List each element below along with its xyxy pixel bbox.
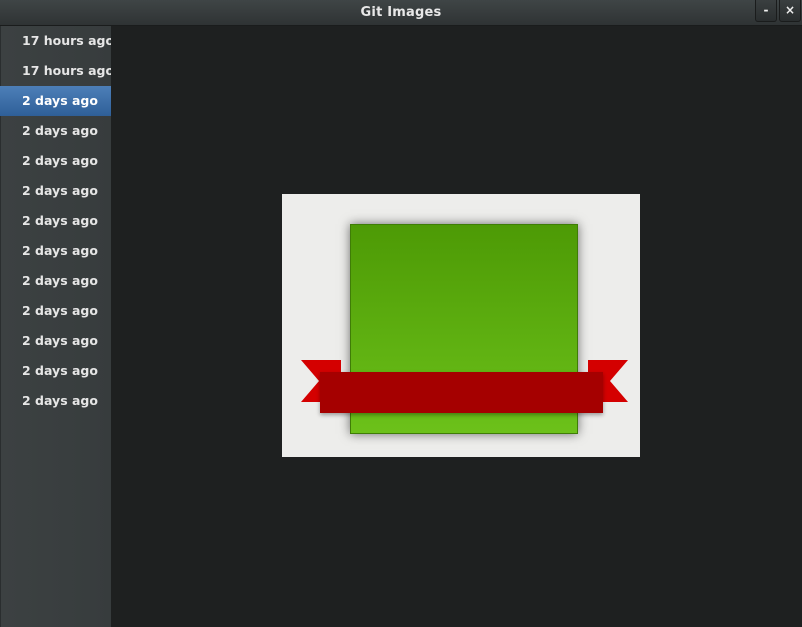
image-viewer <box>111 26 802 627</box>
app-window: Git Images - × 17 hours ago 17 hours ago 2… <box>0 0 802 627</box>
commit-item[interactable]: 2 days ago <box>1 206 111 236</box>
commit-item[interactable]: 2 days ago <box>1 326 111 356</box>
commit-item[interactable]: 17 hours ago <box>1 26 114 56</box>
commit-item[interactable]: 2 days ago <box>1 116 111 146</box>
commit-list: 17 hours ago 17 hours ago 2 days ago 2 days… <box>0 26 118 416</box>
minimize-button[interactable]: - <box>755 0 777 22</box>
commit-item[interactable]: 2 days ago <box>1 356 111 386</box>
commit-item[interactable]: 2 days ago <box>1 266 111 296</box>
red-ribbon <box>320 372 603 413</box>
close-button[interactable]: × <box>779 0 801 22</box>
commit-item[interactable]: 2 days ago <box>1 176 111 206</box>
commit-item[interactable]: 2 days ago <box>1 236 111 266</box>
commit-item[interactable]: 2 days ago <box>1 386 111 416</box>
commit-item[interactable]: 2 days ago <box>1 146 111 176</box>
commit-item[interactable]: 2 days ago <box>1 296 111 326</box>
title-bar[interactable]: Git Images - × <box>0 0 802 26</box>
window-title: Git Images <box>360 5 442 20</box>
commit-item[interactable]: 17 hours ago <box>1 56 114 86</box>
commit-item[interactable]: 2 days ago <box>0 86 118 116</box>
commit-sidebar: 17 hours ago 17 hours ago 2 days ago 2 days… <box>0 26 118 627</box>
image-preview <box>282 194 640 457</box>
